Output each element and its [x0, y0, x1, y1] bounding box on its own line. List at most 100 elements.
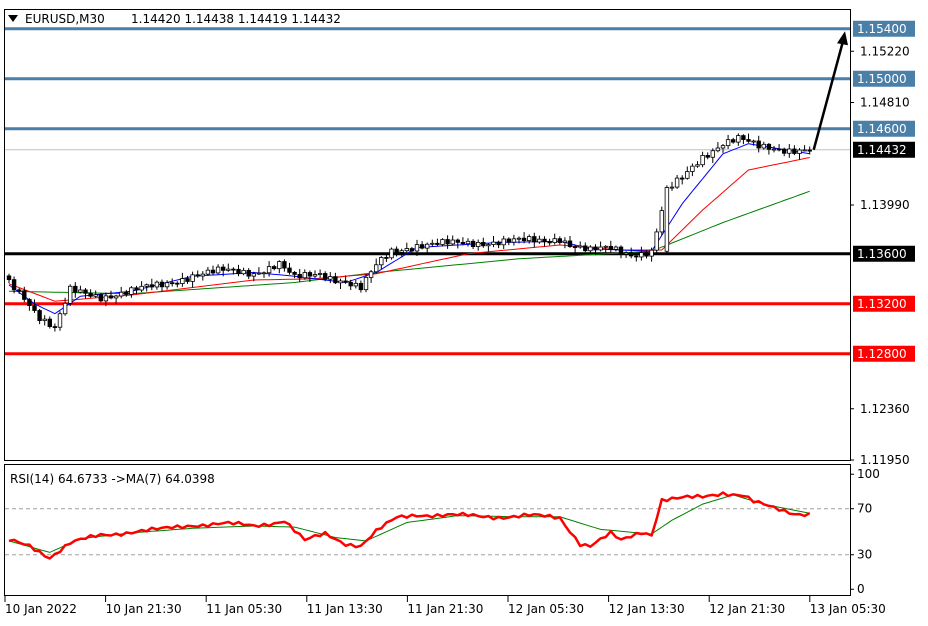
candle-body	[771, 148, 777, 151]
candle-body	[475, 241, 481, 247]
current-price-label: 1.14432	[857, 143, 907, 157]
candle-body	[144, 284, 149, 287]
candle-body	[710, 150, 715, 158]
candle-body	[751, 140, 756, 143]
candle-body	[241, 269, 246, 275]
price-panel	[4, 9, 851, 461]
candle-body	[52, 326, 58, 328]
candle-body	[435, 242, 440, 245]
candle-body	[348, 281, 353, 287]
candle-body	[113, 295, 119, 299]
candle-body	[363, 276, 369, 291]
candle-body	[639, 252, 644, 258]
candle-body	[297, 273, 302, 279]
candle-body	[705, 155, 710, 158]
symbol-label: EURUSD,M30	[25, 12, 105, 26]
candle-body	[379, 257, 384, 266]
candle-body	[455, 239, 460, 243]
candle-body	[465, 240, 471, 245]
candle-body	[134, 287, 139, 291]
candle-body	[725, 139, 731, 147]
candle-body	[527, 236, 532, 242]
candle-body	[93, 294, 98, 297]
candle-body	[440, 239, 445, 245]
candle-body	[618, 246, 624, 255]
candle-body	[139, 285, 144, 291]
x-tick-label: 10 Jan 2022	[5, 602, 77, 616]
candle-body	[720, 145, 726, 149]
candle-body	[108, 295, 114, 299]
candle-body	[215, 266, 221, 274]
candle-body	[414, 244, 420, 252]
candle-body	[797, 149, 802, 154]
candle-body	[271, 266, 277, 270]
candle-body	[68, 285, 73, 304]
candle-body	[11, 279, 17, 291]
candle-body	[516, 237, 522, 240]
candle-body	[57, 313, 63, 328]
candle-body	[741, 135, 746, 140]
level-price-label: 1.15400	[857, 22, 907, 36]
candle-body	[409, 248, 415, 252]
candle-body	[169, 282, 175, 285]
candle-body	[634, 255, 639, 258]
ohlc-values: 1.14420 1.14438 1.14419 1.14432	[131, 12, 341, 26]
x-tick-label: 12 Jan 21:30	[709, 602, 785, 616]
candle-body	[195, 274, 200, 277]
candle-body	[205, 269, 211, 275]
candle-body	[88, 292, 93, 297]
candle-body	[746, 139, 751, 142]
candle-body	[164, 282, 170, 288]
candle-body	[287, 267, 292, 273]
candle-body	[496, 241, 501, 246]
candle-body	[629, 252, 634, 257]
candle-body	[792, 148, 797, 154]
candle-body	[292, 271, 297, 275]
candle-body	[373, 264, 379, 273]
candle-body	[353, 282, 358, 287]
candle-body	[644, 252, 649, 257]
candle-body	[78, 289, 83, 293]
y-tick-label: 1.13990	[860, 198, 910, 212]
candle-body	[282, 261, 287, 269]
candle-body	[231, 268, 236, 271]
candle-body	[470, 240, 476, 247]
candle-body	[761, 143, 766, 149]
candle-body	[62, 302, 68, 315]
candle-body	[317, 273, 323, 275]
candle-body	[384, 257, 389, 259]
y-tick-label: 1.15220	[860, 44, 910, 58]
x-tick-label: 11 Jan 05:30	[206, 602, 282, 616]
candle-body	[343, 280, 348, 283]
time-axis: 10 Jan 2022 10 Jan 21:30 11 Jan 05:30 11 Ja…	[4, 596, 886, 616]
price-axis: 1.15220 1.14810 1.13990 1.12360 1.11950 1.154…	[850, 20, 915, 467]
candle-body	[236, 268, 241, 275]
candle-body	[185, 278, 190, 282]
candle-body	[511, 238, 517, 243]
candle-body	[37, 310, 42, 321]
candle-body	[312, 274, 318, 277]
candle-body	[404, 248, 409, 252]
candle-body	[6, 275, 12, 281]
candle-body	[552, 238, 557, 244]
candle-body	[674, 177, 680, 188]
candle-body	[98, 294, 103, 302]
candle-body	[119, 291, 124, 297]
candle-body	[251, 273, 256, 277]
candle-body	[542, 238, 547, 243]
candle-body	[277, 261, 282, 270]
candle-body	[394, 248, 399, 253]
candle-body	[154, 281, 160, 288]
candle-body	[598, 246, 603, 251]
candle-body	[16, 289, 22, 292]
candle-body	[690, 165, 695, 172]
candle-body	[149, 284, 154, 288]
candle-body	[588, 246, 593, 252]
level-price-label: 1.13600	[857, 247, 907, 261]
x-tick-label: 12 Jan 05:30	[508, 602, 584, 616]
candle-body	[700, 155, 705, 166]
candle-body	[129, 287, 134, 295]
candle-body	[807, 149, 812, 152]
candle-body	[256, 272, 262, 275]
candle-body	[190, 274, 195, 282]
